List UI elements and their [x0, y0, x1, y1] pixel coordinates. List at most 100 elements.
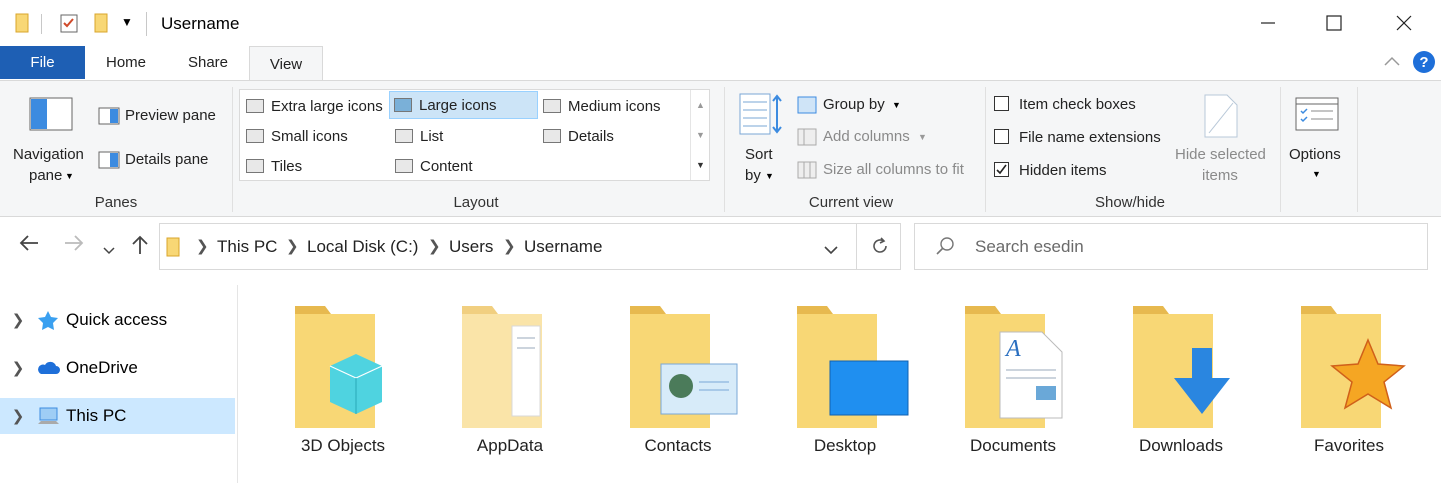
nav-onedrive[interactable]: ❯ OneDrive: [0, 350, 235, 386]
ribbon: Navigation pane ▼ Preview pane Details p…: [0, 80, 1441, 217]
new-folder-icon[interactable]: [93, 13, 109, 37]
size-columns-icon: [797, 161, 817, 183]
close-button[interactable]: [1371, 0, 1437, 46]
arrow-right-icon: [65, 235, 84, 251]
svg-text:?: ?: [1419, 54, 1428, 71]
customize-quick-access-icon[interactable]: ▼: [121, 15, 133, 29]
tiles-icon: [246, 159, 264, 173]
arrow-up-icon: [132, 235, 148, 254]
layout-tiles[interactable]: Tiles: [242, 152, 388, 180]
large-icons-icon: [394, 98, 412, 112]
sort-by-button-2[interactable]: by: [745, 167, 761, 184]
nav-quick-access[interactable]: ❯ Quick access: [0, 302, 235, 338]
breadcrumb-local-disk[interactable]: Local Disk (C:): [307, 237, 418, 257]
group-by-button[interactable]: Group by: [823, 96, 885, 113]
chevron-right-icon: ❯: [11, 312, 25, 329]
help-icon[interactable]: ?: [1412, 50, 1436, 78]
tab-home[interactable]: Home: [90, 46, 162, 79]
star-icon: [38, 311, 58, 330]
breadcrumb-users[interactable]: Users: [449, 237, 493, 257]
address-history-dropdown[interactable]: [824, 242, 838, 259]
hidden-items-label[interactable]: Hidden items: [1019, 162, 1107, 179]
layout-large-icons[interactable]: Large icons: [389, 91, 538, 119]
item-check-boxes-label[interactable]: Item check boxes: [1019, 96, 1136, 113]
window-title: Username: [161, 14, 240, 33]
options-button[interactable]: Options: [1289, 146, 1341, 163]
sort-by-icon: [739, 93, 783, 141]
cloud-icon: [38, 361, 60, 374]
hidden-items-checkbox[interactable]: [994, 162, 1009, 177]
ribbon-tabs: File Home Share View ?: [0, 46, 1441, 81]
layout-extra-large-icons[interactable]: Extra large icons: [242, 92, 388, 120]
back-button[interactable]: [18, 233, 40, 259]
tab-file[interactable]: File: [0, 46, 85, 79]
recent-locations-button[interactable]: [103, 236, 115, 262]
svg-text:A: A: [1004, 336, 1021, 362]
hide-selected-button-2[interactable]: items: [1202, 167, 1238, 184]
folder-name: Favorites: [1314, 436, 1384, 455]
chevron-right-icon: ❯: [503, 238, 516, 255]
computer-icon: [38, 407, 59, 424]
search-box[interactable]: Search esedin: [914, 223, 1428, 270]
folder-icon: [166, 237, 180, 261]
navigation-pane-icon[interactable]: [29, 97, 73, 135]
folder-item[interactable]: Downloads: [1106, 298, 1256, 463]
layout-details[interactable]: Details: [539, 122, 689, 150]
preview-pane-button[interactable]: Preview pane: [125, 107, 216, 124]
chevron-right-icon: ❯: [286, 238, 299, 255]
maximize-button[interactable]: [1301, 0, 1367, 46]
folder-name: 3D Objects: [300, 436, 386, 455]
breadcrumb-username[interactable]: Username: [524, 237, 602, 257]
layout-content[interactable]: Content: [391, 152, 537, 180]
folder-item[interactable]: AppData: [435, 298, 585, 463]
folder-item[interactable]: 3D Objects: [268, 298, 418, 463]
up-button[interactable]: [130, 233, 150, 261]
folder-name: Contacts: [644, 436, 712, 455]
small-icons-icon: [246, 129, 264, 143]
add-columns-button[interactable]: Add columns: [823, 128, 910, 145]
folder-item[interactable]: A Documents: [938, 298, 1088, 463]
file-name-extensions-checkbox[interactable]: [994, 129, 1009, 144]
navigation-pane-button[interactable]: Navigation: [13, 146, 84, 163]
breadcrumb-this-pc[interactable]: This PC: [217, 237, 277, 257]
extra-large-icons-icon: [246, 99, 264, 113]
file-name-extensions-label[interactable]: File name extensions: [1019, 129, 1161, 146]
navigation-pane-button-2[interactable]: pane: [29, 167, 62, 184]
nav-this-pc[interactable]: ❯ This PC: [0, 398, 235, 434]
forward-button[interactable]: [63, 233, 85, 259]
dropdown-arrow-icon: ▼: [65, 171, 74, 181]
tab-view[interactable]: View: [249, 46, 323, 81]
show-hide-group-label: Show/hide: [1094, 194, 1166, 211]
refresh-button[interactable]: [870, 236, 890, 260]
details-pane-button[interactable]: Details pane: [125, 151, 208, 168]
size-all-columns-button[interactable]: Size all columns to fit: [823, 161, 964, 178]
item-check-boxes-checkbox[interactable]: [994, 96, 1009, 111]
search-input[interactable]: Search esedin: [975, 237, 1084, 257]
medium-icons-icon: [543, 99, 561, 113]
content-icon: [395, 159, 413, 173]
dropdown-arrow-icon: ▼: [918, 132, 927, 142]
collapse-ribbon-icon[interactable]: [1383, 54, 1401, 71]
minimize-button[interactable]: [1235, 0, 1301, 46]
layout-small-icons[interactable]: Small icons: [242, 122, 388, 150]
tab-share[interactable]: Share: [170, 46, 246, 79]
folder-documents-icon: A: [965, 306, 1063, 428]
panes-group-label: Panes: [94, 194, 138, 211]
folder-item[interactable]: Contacts: [603, 298, 753, 463]
layout-list[interactable]: List: [391, 122, 537, 150]
sort-by-button[interactable]: Sort: [745, 146, 773, 163]
layout-scroll[interactable]: ▲ ▼ ▼: [690, 90, 710, 180]
add-columns-icon: [797, 128, 817, 150]
folder-name: Documents: [970, 436, 1056, 455]
folder-item[interactable]: Desktop: [770, 298, 920, 463]
address-divider: [856, 224, 857, 269]
properties-icon[interactable]: [59, 12, 79, 38]
folder-downloads-icon: [1133, 306, 1230, 428]
chevron-right-icon: ❯: [11, 408, 25, 425]
address-bar[interactable]: ❯ This PC ❯ Local Disk (C:) ❯ Users ❯ Us…: [159, 223, 901, 270]
close-icon: [1396, 15, 1412, 31]
layout-medium-icons[interactable]: Medium icons: [539, 92, 689, 120]
group-by-icon: [797, 96, 817, 118]
hide-selected-button[interactable]: Hide selected: [1175, 146, 1266, 163]
folder-item[interactable]: Favorites: [1274, 298, 1424, 463]
